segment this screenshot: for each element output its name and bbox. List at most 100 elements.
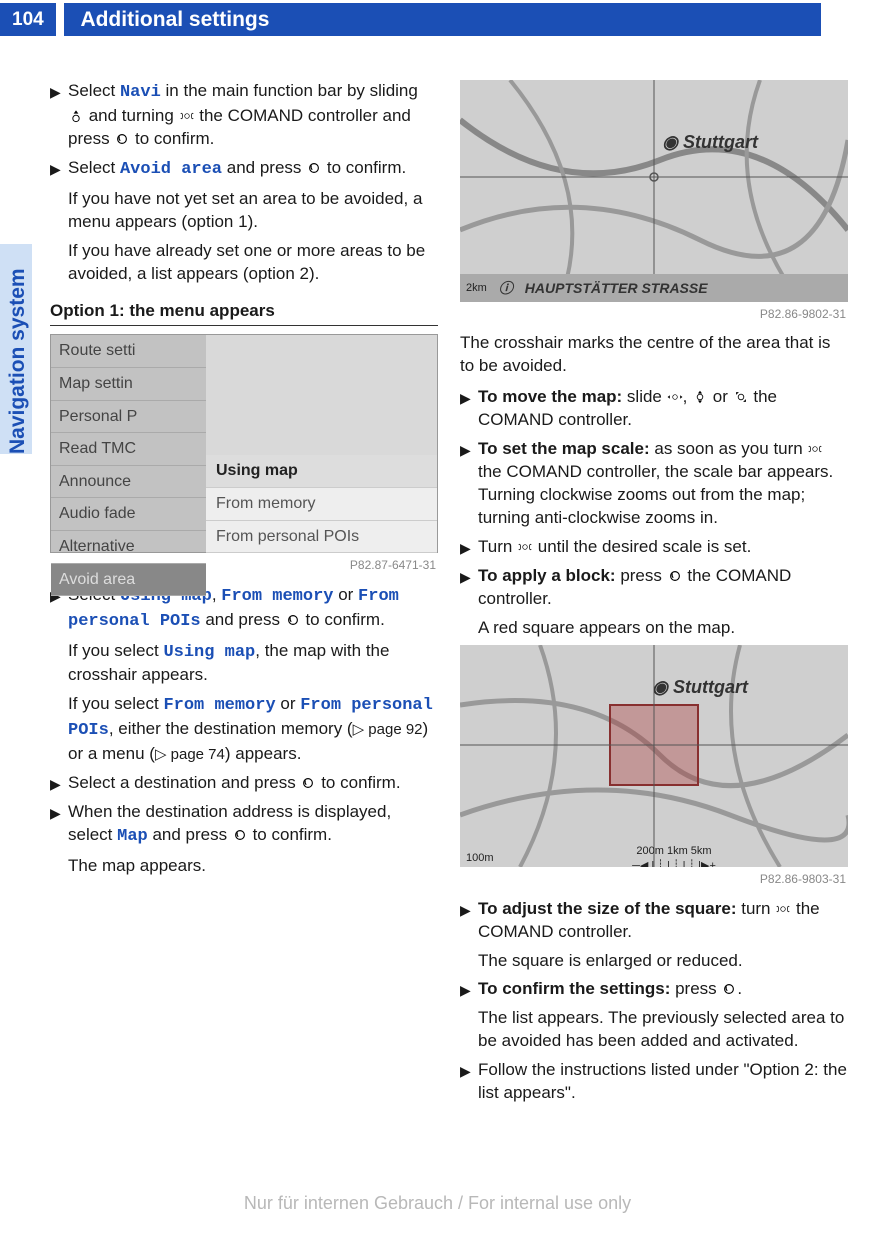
intro-text: The crosshair marks the centre of the ar… (460, 332, 848, 378)
bullet-icon: ▶ (50, 801, 68, 849)
turn-icon (807, 442, 823, 456)
xref-page-74: ▷ page 74 (155, 746, 225, 763)
map-screenshot-1: ◉ Stuttgart 2km ⓘ HAUPTSTÄTTER STRASSE (460, 80, 848, 302)
step-follow-option2: ▶ Follow the instructions listed under "… (460, 1059, 848, 1105)
text: to confirm. (301, 610, 385, 629)
press-icon (285, 613, 301, 627)
slide-ud-icon (692, 390, 708, 404)
press-icon (300, 776, 316, 790)
image-caption: P82.86-9802-31 (460, 306, 846, 322)
step-move-map: ▶ To move the map: slide , or the COMAND… (460, 386, 848, 432)
text: , either the destination memory ( (109, 719, 353, 738)
side-tab: Navigation system (0, 244, 32, 454)
page-number: 104 (0, 3, 56, 36)
text: to confirm. (316, 773, 400, 792)
press-icon (306, 161, 322, 175)
text: Select (68, 158, 120, 177)
text: or (276, 694, 301, 713)
left-column: ▶ Select Navi in the main function bar b… (50, 80, 438, 1111)
turn-icon (179, 109, 195, 123)
menu-item: Map settin (51, 368, 206, 401)
text: press (670, 979, 721, 998)
text: until the desired scale is set. (533, 537, 751, 556)
term-using-map: Using map (163, 643, 255, 662)
slide-up-icon (68, 109, 84, 123)
menu-item: Announce (51, 466, 206, 499)
menu-item: Personal P (51, 401, 206, 434)
slide-lr-icon (667, 390, 683, 404)
step-turn-scale: ▶ Turn until the desired scale is set. (460, 536, 848, 559)
step-select-destination: ▶ Select a destination and press to conf… (50, 772, 438, 795)
submenu-item: From personal POIs (206, 521, 437, 554)
map-drawing (460, 80, 848, 302)
menu-item: Read TMC (51, 433, 206, 466)
text: If you select (68, 641, 163, 660)
text: Select a destination and press (68, 773, 300, 792)
menu-item: Route setti (51, 335, 206, 368)
map-scale-bar: 200m 1km 5km ─◀ | ┊ | ┊ | ┊ |▶+ (580, 844, 768, 866)
bullet-icon: ▶ (50, 80, 68, 151)
text: ) appears. (225, 744, 302, 763)
map-city-label: ◉ Stuttgart (652, 675, 748, 699)
text: to confirm. (130, 129, 214, 148)
text: slide (622, 387, 666, 406)
substep-map-appears: The map appears. (68, 855, 438, 878)
bullet-icon: ▶ (460, 1059, 478, 1105)
text: and press (222, 158, 306, 177)
menu-item: Alternative (51, 531, 206, 564)
page-title: Additional settings (64, 3, 821, 36)
step-label: To adjust the size of the square: (478, 899, 737, 918)
substep-list-appears: The list appears. The previously selecte… (478, 1007, 848, 1053)
substep-square-resize: The square is enlarged or reduced. (478, 950, 848, 973)
turn-icon (517, 540, 533, 554)
text: . (737, 979, 742, 998)
page-header: 104 Additional settings (0, 0, 875, 38)
text: Select (68, 81, 120, 100)
substep-using-map: If you select Using map, the map with th… (68, 640, 438, 688)
menu-item-selected: Avoid area (51, 564, 206, 597)
press-icon (667, 569, 683, 583)
map-city-label: ◉ Stuttgart (662, 130, 758, 154)
xref-page-92: ▷ page 92 (353, 721, 423, 738)
text: to confirm. (322, 158, 406, 177)
slide-diag-icon (733, 390, 749, 404)
press-icon (232, 828, 248, 842)
term-avoid-area: Avoid area (120, 160, 222, 179)
menu-right-list: Using map From memory From personal POIs (206, 455, 437, 553)
bullet-icon: ▶ (50, 157, 68, 182)
text: , (683, 387, 692, 406)
menu-left-list: Route setti Map settin Personal P Read T… (51, 335, 206, 552)
press-icon (114, 132, 130, 146)
text: press (616, 566, 667, 585)
image-caption: P82.86-9803-31 (460, 871, 846, 887)
map-scale: 2km (466, 281, 487, 296)
text: If you select (68, 694, 163, 713)
bullet-icon: ▶ (460, 565, 478, 611)
text: or (708, 387, 733, 406)
text: , (212, 585, 221, 604)
footer-watermark: Nur für internen Gebrauch / For internal… (0, 1191, 875, 1215)
press-icon (721, 982, 737, 996)
submenu-item: Using map (206, 455, 437, 488)
heading-option1: Option 1: the menu appears (50, 300, 438, 327)
side-tab-label: Navigation system (4, 268, 32, 454)
step-label: To set the map scale: (478, 439, 650, 458)
bullet-icon: ▶ (460, 978, 478, 1001)
bullet-icon: ▶ (460, 536, 478, 559)
term-navi: Navi (120, 83, 161, 102)
text: as soon as you turn (650, 439, 808, 458)
bullet-icon: ▶ (50, 772, 68, 795)
text: the COMAND controller, the scale bar app… (478, 462, 833, 527)
step-select-map: ▶ When the destination address is displa… (50, 801, 438, 849)
text: or (333, 585, 358, 604)
substep-from-memory: If you select From memory or From person… (68, 693, 438, 766)
bullet-icon: ▶ (460, 898, 478, 944)
step-confirm-settings: ▶ To confirm the settings: press . (460, 978, 848, 1001)
term-from-memory: From memory (221, 587, 333, 606)
bullet-icon: ▶ (460, 386, 478, 432)
text: in the main function bar by sliding (161, 81, 418, 100)
map-scale: 100m (466, 851, 494, 866)
content-columns: ▶ Select Navi in the main function bar b… (50, 80, 847, 1111)
step-adjust-square: ▶ To adjust the size of the square: turn… (460, 898, 848, 944)
map-info-bar: 2km ⓘ HAUPTSTÄTTER STRASSE (460, 274, 848, 302)
